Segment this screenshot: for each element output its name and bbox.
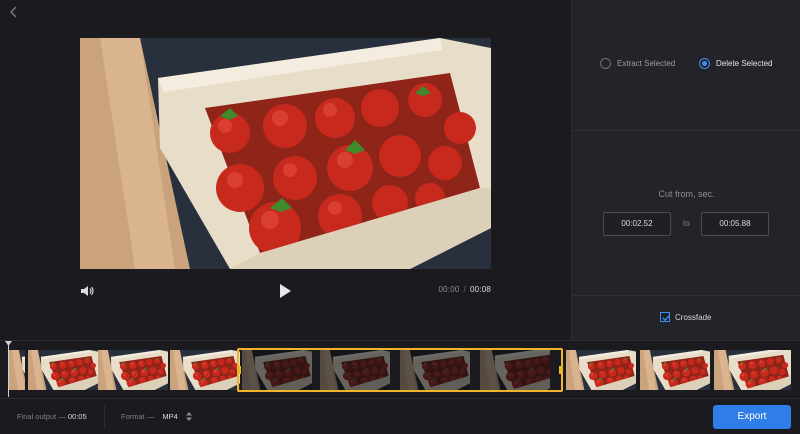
crossfade-label: Crossfade [675, 312, 712, 322]
cut-title: Cut from, sec. [658, 189, 715, 199]
back-button[interactable] [6, 4, 22, 20]
extract-selected-label: Extract Selected [617, 59, 676, 68]
delete-selected-radio[interactable] [699, 58, 710, 69]
timecode: 00:00/00:08 [439, 285, 492, 294]
delete-selected-label: Delete Selected [716, 59, 773, 68]
final-output-label: Final output — [17, 412, 66, 421]
play-button[interactable] [277, 282, 293, 300]
format-label: Format — [121, 412, 155, 421]
panel-divider [572, 130, 800, 131]
final-output-value: 00:05 [67, 412, 87, 421]
footer-divider [104, 405, 105, 429]
volume-button[interactable] [80, 284, 94, 298]
cut-from-field[interactable]: 00:02.52 [603, 212, 671, 236]
format-value: MP4 [162, 412, 178, 421]
timeline-thumbnail [640, 350, 710, 390]
timeline-thumbnail [714, 350, 791, 390]
selection-range[interactable] [237, 348, 563, 392]
timeline[interactable] [0, 340, 800, 398]
video-preview[interactable] [80, 38, 491, 269]
player-controls: 00:00/00:08 [80, 280, 491, 302]
timeline-thumbnail [98, 350, 168, 390]
timeline-thumbnail [28, 350, 98, 390]
playhead[interactable] [8, 341, 9, 397]
current-time: 00:00 [438, 285, 460, 294]
export-button[interactable]: Export [713, 405, 791, 429]
volume-icon [81, 286, 94, 296]
total-time: 00:08 [469, 285, 491, 294]
extract-selected-radio[interactable] [600, 58, 611, 69]
settings-panel: Extract Selected Delete Selected Cut fro… [571, 0, 800, 340]
timeline-thumbnail [566, 350, 636, 390]
timeline-thumbnail [170, 350, 240, 390]
format-selector[interactable]: Format — MP4 [121, 412, 192, 421]
timeline-thumbnail [9, 350, 25, 390]
back-chevron-icon [10, 6, 17, 18]
selection-start-handle[interactable] [238, 366, 241, 374]
final-output: Final output — 00:05 [17, 412, 87, 421]
checkmark-icon [662, 315, 670, 322]
crossfade-checkbox[interactable] [660, 312, 670, 322]
play-icon [280, 284, 291, 298]
preview-area: 00:00/00:08 [0, 0, 571, 340]
video-cutter-app: 00:00/00:08 Extract Selected Delete Sele… [0, 0, 800, 434]
time-separator: / [463, 285, 466, 294]
video-frame-image [80, 38, 491, 269]
extract-selected-option[interactable]: Extract Selected [600, 58, 675, 69]
panel-divider [572, 295, 800, 296]
cut-to-field[interactable]: 00:05.88 [701, 212, 769, 236]
delete-selected-option[interactable]: Delete Selected [699, 58, 772, 69]
sort-arrows-icon [185, 412, 192, 421]
footer: Final output — 00:05 Format — MP4 Export [0, 398, 800, 434]
crossfade-option[interactable]: Crossfade [660, 312, 711, 322]
to-label: to [683, 219, 690, 228]
selection-end-handle[interactable] [559, 366, 562, 374]
